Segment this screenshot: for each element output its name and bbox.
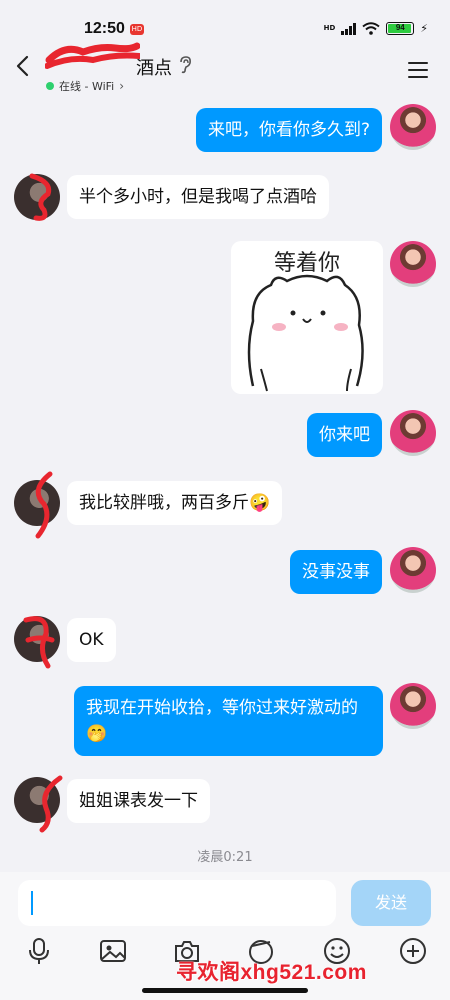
battery-level: 94 (395, 23, 405, 32)
message-timestamp: 凌晨0:21 (197, 850, 253, 865)
message-input[interactable] (18, 880, 336, 926)
plus-icon[interactable] (398, 936, 428, 966)
message-bubble-incoming[interactable]: OK (67, 618, 116, 662)
wifi-icon (362, 22, 380, 35)
ear-icon[interactable] (178, 56, 192, 78)
status-bar: 12:50 HD HD 94 ⚡ (0, 0, 450, 40)
online-dot (46, 82, 54, 90)
message-bubble-incoming[interactable]: 姐姐课表发一下 (67, 779, 210, 823)
signal-icon (341, 22, 357, 35)
my-avatar[interactable] (390, 410, 436, 456)
online-status-text: 在线 - WiFi (59, 80, 115, 93)
message-bubble-incoming[interactable]: 半个多小时，但是我喝了点酒哈 (67, 175, 329, 219)
chevron-right-icon: › (119, 79, 125, 93)
contact-avatar[interactable] (14, 777, 60, 823)
my-avatar[interactable] (390, 683, 436, 729)
online-status[interactable]: 在线 - WiFi › (46, 78, 124, 94)
message-bubble-outgoing[interactable]: 我现在开始收拾，等你过来好激动的🤭 (74, 686, 383, 756)
text-caret (31, 891, 33, 915)
sticker-bear-image (247, 274, 364, 392)
send-button[interactable]: 发送 (351, 880, 431, 926)
message-bubble-outgoing[interactable]: 来吧，你看你多久到? (195, 108, 382, 152)
redaction-scribble (45, 42, 140, 69)
my-avatar[interactable] (390, 241, 436, 287)
notification-badge: HD (130, 24, 144, 35)
watermark-text: 寻欢阁xhg521.com (176, 961, 367, 984)
status-icons: HD 94 ⚡ (324, 22, 428, 35)
message-bubble-outgoing[interactable]: 你来吧 (307, 413, 382, 457)
chat-header: 酒点 在线 - WiFi › (0, 40, 450, 98)
image-icon[interactable] (98, 936, 128, 966)
contact-avatar[interactable] (14, 174, 60, 220)
contact-avatar[interactable] (14, 616, 60, 662)
hd-label: HD (323, 24, 336, 32)
sticker-message[interactable]: 等着你 (231, 241, 383, 394)
my-avatar[interactable] (390, 547, 436, 593)
back-arrow-icon[interactable] (12, 54, 36, 78)
menu-icon[interactable] (408, 62, 428, 78)
microphone-icon[interactable] (24, 936, 54, 966)
battery-icon: 94 (386, 22, 415, 35)
status-time: 12:50 (84, 20, 125, 37)
my-avatar[interactable] (390, 104, 436, 150)
contact-avatar[interactable] (14, 480, 60, 526)
home-indicator[interactable] (142, 988, 308, 993)
charging-icon: ⚡ (420, 22, 428, 35)
message-bubble-outgoing[interactable]: 没事没事 (290, 550, 382, 594)
message-bubble-incoming[interactable]: 我比较胖哦，两百多斤🤪 (67, 481, 283, 525)
